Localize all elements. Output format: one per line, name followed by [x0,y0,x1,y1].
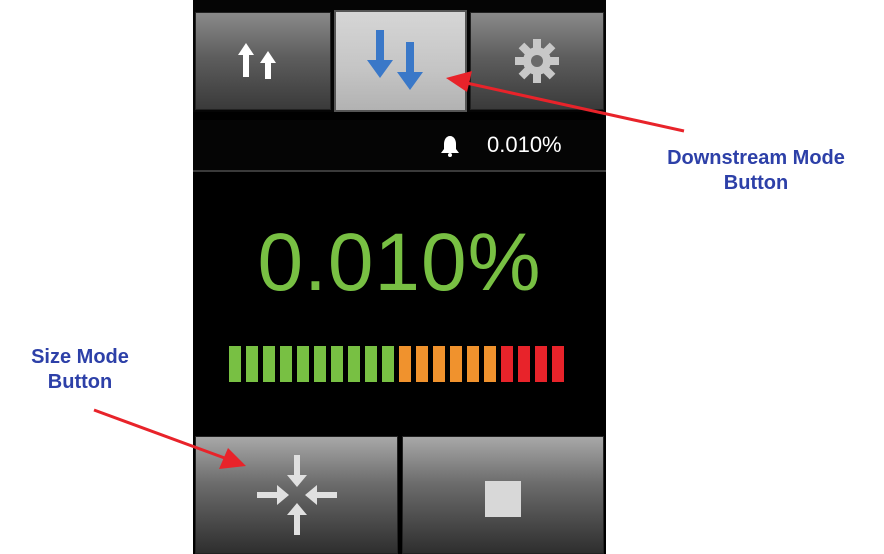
size-mode-callout: Size Mode Button [0,345,160,395]
stop-button[interactable] [402,436,604,554]
level-segment-green [280,346,292,382]
level-segment-orange [416,346,428,382]
level-segment-green [297,346,309,382]
level-segment-orange [450,346,462,382]
downstream-mode-callout: Downstream Mode Button [634,146,878,196]
upstream-mode-button[interactable] [195,12,331,110]
level-segment-green [263,346,275,382]
level-bar [229,346,606,382]
level-segment-green [365,346,377,382]
size-callout-line1: Size Mode [31,346,129,368]
mode-toolbar [193,0,606,112]
level-segment-orange [433,346,445,382]
main-reading-value: 0.010% [257,217,542,308]
level-segment-green [348,346,360,382]
level-segment-red [501,346,513,382]
level-segment-orange [484,346,496,382]
level-segment-green [314,346,326,382]
bell-icon [441,136,459,157]
level-segment-green [331,346,343,382]
settings-button[interactable] [470,12,604,110]
level-segment-green [229,346,241,382]
level-segment-red [535,346,547,382]
level-segment-red [552,346,564,382]
level-segment-green [246,346,258,382]
downstream-callout-line2: Button [723,172,789,194]
level-segment-orange [467,346,479,382]
up-up-arrows-icon [238,43,276,79]
downstream-callout-line1: Downstream Mode [667,147,845,169]
size-callout-line2: Button [47,371,113,393]
size-mode-button[interactable] [195,436,398,554]
level-segment-green [382,346,394,382]
device-screen: 0.010% 0.010% [193,0,606,554]
stop-square-icon [485,481,521,517]
downstream-mode-button[interactable] [334,10,467,112]
status-bar: 0.010% [193,120,606,172]
down-down-arrows-icon [366,30,423,90]
level-segment-orange [399,346,411,382]
converging-arrows-icon [256,455,337,535]
level-segment-red [518,346,530,382]
alarm-threshold-value: 0.010% [487,132,562,157]
gear-icon [515,39,559,83]
